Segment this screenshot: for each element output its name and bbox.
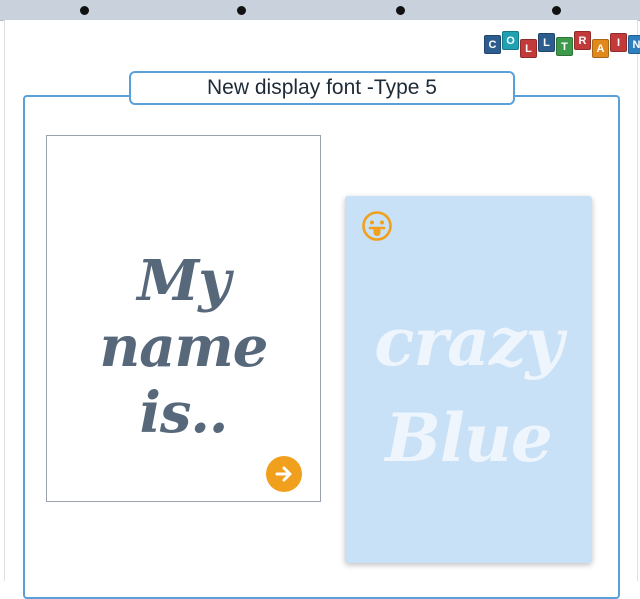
prompt-line-2: is.. xyxy=(139,380,229,446)
binder-hole xyxy=(237,6,246,15)
logo-letter-tile: I xyxy=(610,33,627,52)
logo-letter-tile: L xyxy=(538,33,555,52)
binder-hole xyxy=(80,6,89,15)
arrow-right-circle-icon xyxy=(275,466,292,482)
binder-hole xyxy=(552,6,561,15)
tongue-out-face-icon xyxy=(362,211,392,241)
answer-text: crazy Blue xyxy=(345,294,592,486)
flashcard-prompt: My name is.. xyxy=(46,135,321,502)
logo-letter-tile: T xyxy=(556,37,573,56)
page-title-text: New display font -Type 5 xyxy=(207,76,437,99)
logo-letter-tile: N xyxy=(628,35,640,54)
logo-letter-tile: L xyxy=(520,39,537,58)
page-title: New display font -Type 5 xyxy=(129,71,515,105)
logo-letter-tile: A xyxy=(592,39,609,58)
binder-strip xyxy=(0,0,640,21)
answer-line-2: Blue xyxy=(385,399,553,477)
logo-letter-tile: C xyxy=(484,35,501,54)
binder-hole xyxy=(396,6,405,15)
prompt-text: My name is.. xyxy=(47,248,320,446)
answer-line-1: crazy xyxy=(374,303,564,381)
colltrain-logo: COLLTRAIN xyxy=(484,30,640,58)
prompt-line-1: My name xyxy=(99,248,269,380)
next-button[interactable] xyxy=(266,456,302,492)
logo-letter-tile: O xyxy=(502,31,519,50)
logo-letter-tile: R xyxy=(574,31,591,50)
flashcard-answer[interactable]: crazy Blue xyxy=(345,196,592,563)
